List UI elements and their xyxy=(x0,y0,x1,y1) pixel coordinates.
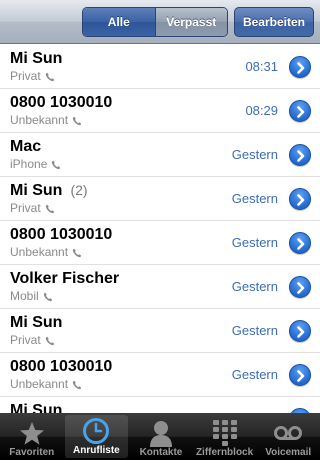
recent-calls-list[interactable]: Mi Sun Privat 08:31 0800 1030010 Unbekannt 08… xyxy=(0,45,320,413)
navigation-bar: Alle Verpasst Bearbeiten xyxy=(0,0,320,44)
call-type: Mobil xyxy=(10,289,53,303)
call-type-label: Unbekannt xyxy=(10,245,69,259)
outgoing-call-icon xyxy=(45,71,55,82)
caller-name-text: Mi Sun xyxy=(10,50,63,67)
caller-name: Mi Sun xyxy=(10,402,62,413)
caller-name-text: Volker Fischer xyxy=(10,270,120,287)
call-type: Unbekannt xyxy=(10,377,82,391)
call-time: Gestern xyxy=(231,191,278,206)
call-type-label: Unbekannt xyxy=(10,377,69,391)
outgoing-call-icon xyxy=(72,247,82,258)
keypad-icon xyxy=(210,419,240,447)
call-time: Gestern xyxy=(231,235,278,250)
call-type-label: Privat xyxy=(10,333,41,347)
caller-name-text: 0800 1030010 xyxy=(10,358,113,375)
outgoing-call-icon xyxy=(72,379,82,390)
call-row[interactable]: Mi Sun Privat Gestern xyxy=(0,309,320,353)
tab-bar: Favoriten Anrufliste Kontakte Ziffernblo… xyxy=(0,413,320,460)
tab-recents[interactable]: Anrufliste xyxy=(64,415,129,458)
outgoing-call-icon xyxy=(45,203,55,214)
edit-button[interactable]: Bearbeiten xyxy=(233,7,314,37)
caller-name: Mi Sun xyxy=(10,314,62,332)
call-type: Unbekannt xyxy=(10,245,82,259)
caller-name: 0800 1030010 xyxy=(10,94,112,112)
call-type-label: Mobil xyxy=(10,289,39,303)
call-row[interactable]: Mi Sun Privat 08:31 xyxy=(0,45,320,89)
caller-name-text: Mi Sun xyxy=(10,182,63,199)
tab-contacts[interactable]: Kontakte xyxy=(129,413,193,460)
call-time: Gestern xyxy=(231,367,278,382)
call-row[interactable]: 0800 1030010 Unbekannt 08:29 xyxy=(0,89,320,133)
clock-icon xyxy=(81,417,111,445)
caller-name-text: Mi Sun xyxy=(10,402,63,413)
call-count: (2) xyxy=(70,182,88,198)
call-type: iPhone xyxy=(10,157,61,171)
outgoing-call-icon xyxy=(45,335,55,346)
caller-name-text: 0800 1030010 xyxy=(10,226,113,243)
call-type: Unbekannt xyxy=(10,113,82,127)
call-row[interactable]: 0800 1030010 Unbekannt Gestern xyxy=(0,221,320,265)
call-row[interactable]: Mi Sun (2) Privat Gestern xyxy=(0,177,320,221)
outgoing-call-icon xyxy=(51,159,61,170)
tab-label-favorites: Favoriten xyxy=(9,447,55,458)
caller-name-text: Mac xyxy=(10,138,42,155)
tab-label-recents: Anrufliste xyxy=(73,445,120,456)
caller-name-text: Mi Sun xyxy=(10,314,63,331)
caller-name: 0800 1030010 xyxy=(10,358,112,376)
call-type-label: iPhone xyxy=(10,157,48,171)
caller-name: 0800 1030010 xyxy=(10,226,112,244)
detail-disclosure-icon[interactable] xyxy=(289,144,311,166)
detail-disclosure-icon[interactable] xyxy=(289,320,311,342)
tab-keypad[interactable]: Ziffernblock xyxy=(193,413,257,460)
star-icon xyxy=(17,419,47,447)
caller-name: Mi Sun xyxy=(10,50,62,68)
tab-label-voicemail: Voicemail xyxy=(265,447,312,458)
tab-label-keypad: Ziffernblock xyxy=(195,447,254,458)
call-time: 08:29 xyxy=(245,103,278,118)
outgoing-call-icon xyxy=(43,291,53,302)
call-type: Privat xyxy=(10,69,55,83)
caller-name: Mac xyxy=(10,138,41,156)
call-type: Privat xyxy=(10,201,55,215)
call-time: 08:31 xyxy=(245,59,278,74)
tab-voicemail[interactable]: Voicemail xyxy=(256,413,320,460)
call-time: Gestern xyxy=(231,279,278,294)
call-row[interactable]: Mi Sun xyxy=(0,397,320,413)
tab-label-contacts: Kontakte xyxy=(139,447,183,458)
segment-all[interactable]: Alle xyxy=(83,8,156,36)
call-type: Privat xyxy=(10,333,55,347)
voicemail-icon xyxy=(273,419,303,447)
detail-disclosure-icon[interactable] xyxy=(289,232,311,254)
call-time: Gestern xyxy=(231,147,278,162)
detail-disclosure-icon[interactable] xyxy=(289,188,311,210)
outgoing-call-icon xyxy=(72,115,82,126)
call-type-label: Privat xyxy=(10,69,41,83)
segment-missed[interactable]: Verpasst xyxy=(155,8,227,36)
call-row[interactable]: 0800 1030010 Unbekannt Gestern xyxy=(0,353,320,397)
call-row[interactable]: Mac iPhone Gestern xyxy=(0,133,320,177)
caller-name-text: 0800 1030010 xyxy=(10,94,113,111)
call-row[interactable]: Volker Fischer Mobil Gestern xyxy=(0,265,320,309)
caller-name: Mi Sun (2) xyxy=(10,182,88,200)
detail-disclosure-icon[interactable] xyxy=(289,100,311,122)
call-type-label: Unbekannt xyxy=(10,113,69,127)
call-type-label: Privat xyxy=(10,201,41,215)
detail-disclosure-icon[interactable] xyxy=(289,56,311,78)
detail-disclosure-icon[interactable] xyxy=(289,276,311,298)
call-time: Gestern xyxy=(231,323,278,338)
call-filter-segmented-control: Alle Verpasst xyxy=(82,7,228,37)
person-icon xyxy=(146,419,176,447)
detail-disclosure-icon[interactable] xyxy=(289,364,311,386)
tab-favorites[interactable]: Favoriten xyxy=(0,413,64,460)
caller-name: Volker Fischer xyxy=(10,270,119,288)
